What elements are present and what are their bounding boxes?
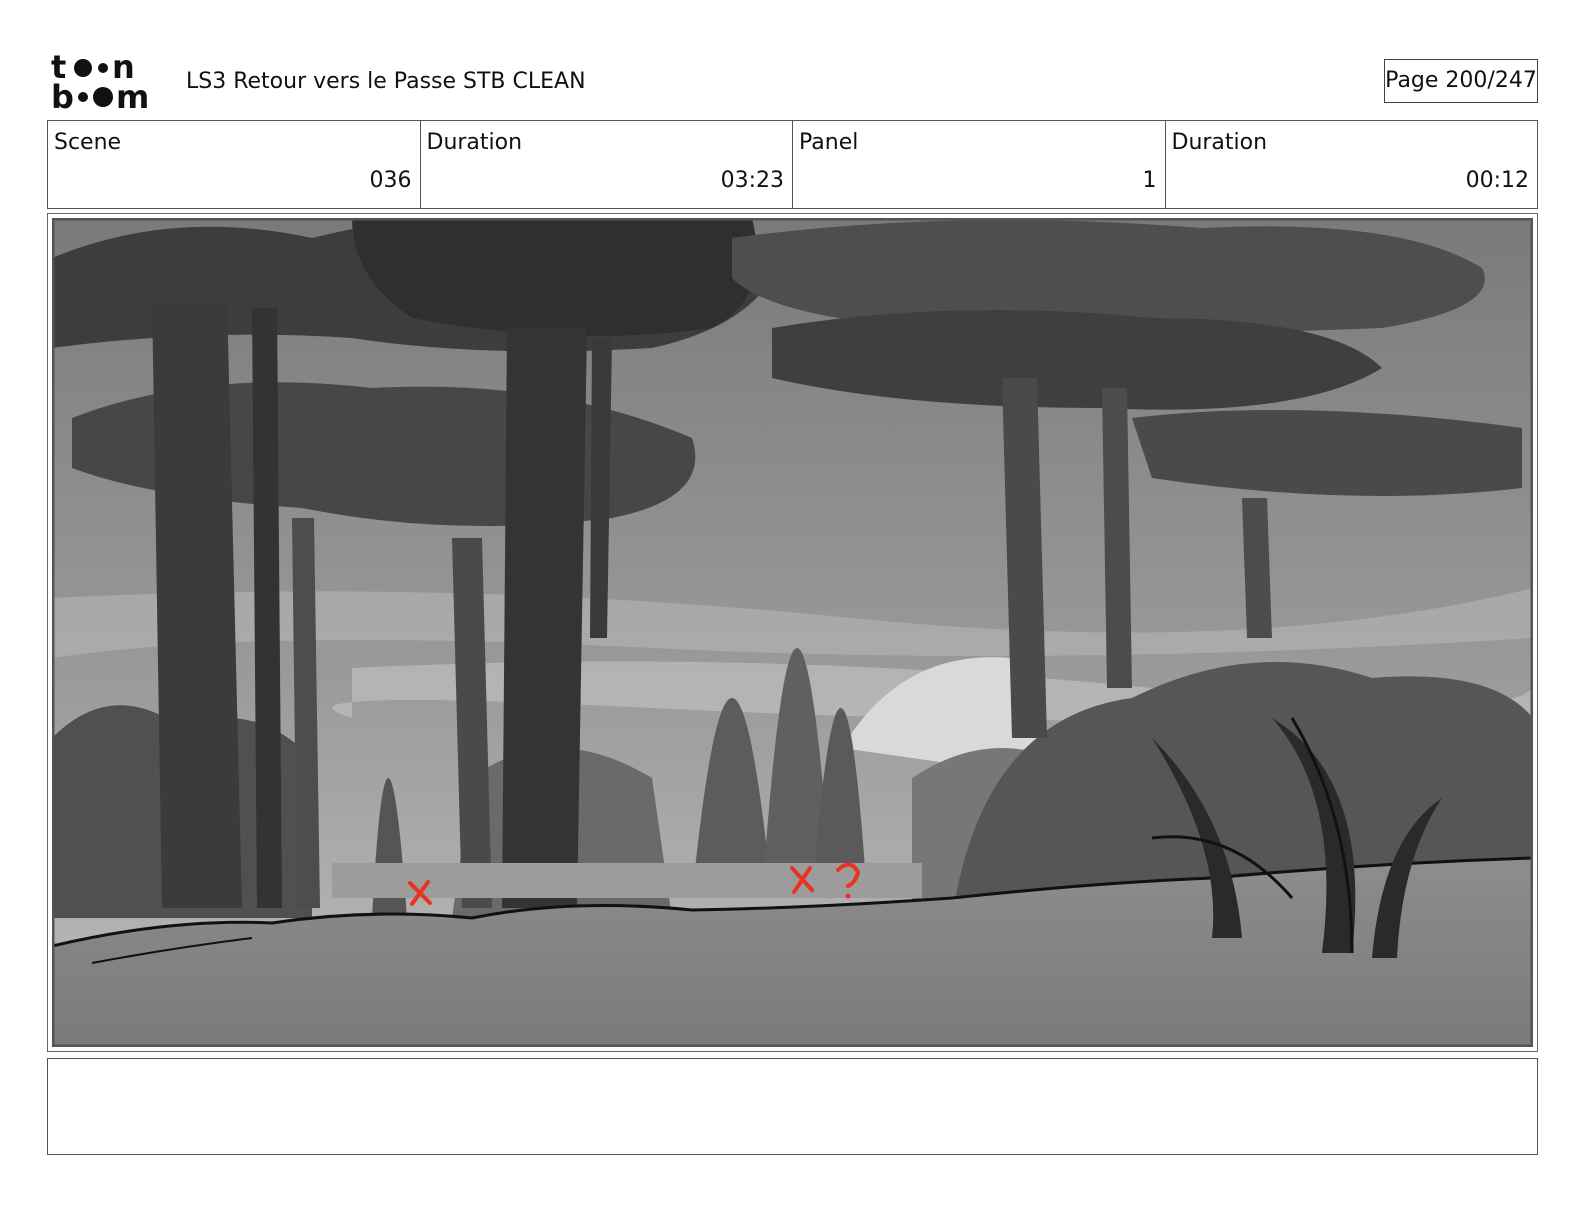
scene-value: 036 xyxy=(369,168,412,193)
svg-text:m: m xyxy=(116,78,149,112)
panel-value: 1 xyxy=(1142,168,1157,193)
panel-notes-box xyxy=(47,1058,1538,1155)
forest-background-image xyxy=(52,218,1533,1047)
panel-cell: Panel 1 xyxy=(793,121,1166,208)
panel-duration-label: Duration xyxy=(1171,130,1268,155)
panel-duration-cell: Duration 00:12 xyxy=(1166,121,1538,208)
panel-label: Panel xyxy=(799,130,859,155)
scene-duration-label: Duration xyxy=(426,130,523,155)
scene-label: Scene xyxy=(54,130,122,155)
toonboom-logo: t n b m xyxy=(50,48,164,116)
page-number: Page 200/247 xyxy=(1384,59,1538,103)
scene-info-row: Scene 036 Duration 03:23 Panel 1 Duratio… xyxy=(47,120,1538,209)
storyboard-panel xyxy=(47,213,1538,1052)
scene-duration-cell: Duration 03:23 xyxy=(421,121,793,208)
svg-text:b: b xyxy=(51,78,74,112)
scene-cell: Scene 036 xyxy=(48,121,421,208)
scene-duration-value: 03:23 xyxy=(720,168,784,193)
document-title: LS3 Retour vers le Passe STB CLEAN xyxy=(186,69,586,94)
panel-duration-value: 00:12 xyxy=(1465,168,1529,193)
